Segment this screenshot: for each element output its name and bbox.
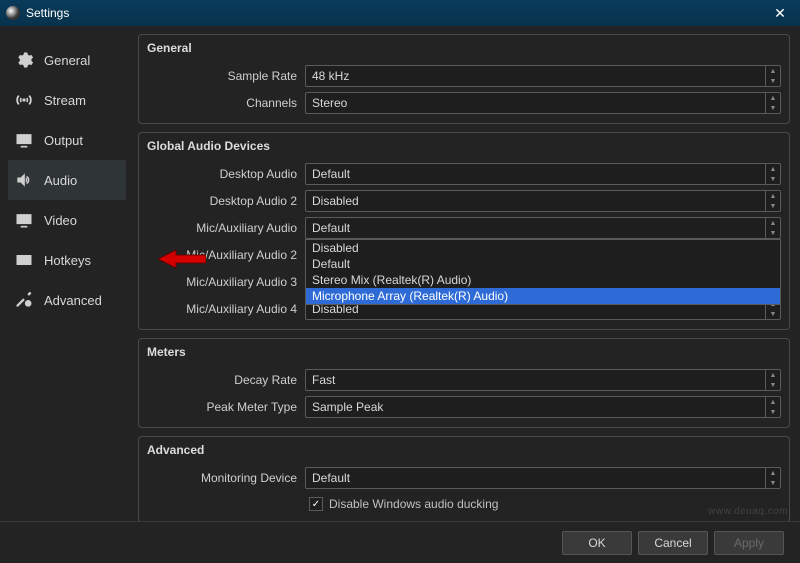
close-icon: ✕: [774, 5, 786, 22]
stream-icon: [14, 90, 34, 110]
sidebar-label: Video: [44, 213, 77, 228]
sidebar-item-hotkeys[interactable]: Hotkeys: [8, 240, 126, 280]
content-area: General Sample Rate 48 kHz▲▼ Channels St…: [134, 26, 800, 521]
gear-icon: [14, 50, 34, 70]
section-general: General Sample Rate 48 kHz▲▼ Channels St…: [138, 34, 790, 124]
monitoring-device-select[interactable]: Default▲▼: [305, 467, 781, 489]
sidebar-item-output[interactable]: Output: [8, 120, 126, 160]
check-icon: ✓: [312, 499, 320, 510]
sample-rate-select[interactable]: 48 kHz▲▼: [305, 65, 781, 87]
spinner-icon: ▲▼: [765, 468, 780, 488]
window-title: Settings: [26, 6, 69, 20]
dropdown-option-highlighted[interactable]: Microphone Array (Realtek(R) Audio): [306, 288, 780, 304]
video-icon: [14, 210, 34, 230]
section-advanced: Advanced Monitoring Device Default▲▼ ✓ D…: [138, 436, 790, 521]
section-title: General: [139, 35, 789, 63]
peak-meter-select[interactable]: Sample Peak▲▼: [305, 396, 781, 418]
mic-audio-select[interactable]: Default▲▼: [305, 217, 781, 239]
annotation-arrow-icon: [158, 248, 206, 273]
mic-audio-dropdown[interactable]: Disabled Default Stereo Mix (Realtek(R) …: [305, 239, 781, 305]
titlebar: Settings ✕: [0, 0, 800, 26]
mic-audio-label: Mic/Auxiliary Audio: [139, 221, 305, 235]
apply-button[interactable]: Apply: [714, 531, 784, 555]
peak-meter-label: Peak Meter Type: [139, 400, 305, 414]
channels-label: Channels: [139, 96, 305, 110]
ducking-checkbox[interactable]: ✓: [309, 497, 323, 511]
desktop-audio-label: Desktop Audio: [139, 167, 305, 181]
sidebar-item-advanced[interactable]: Advanced: [8, 280, 126, 320]
channels-select[interactable]: Stereo▲▼: [305, 92, 781, 114]
dropdown-option[interactable]: Disabled: [306, 240, 780, 256]
sidebar-label: Hotkeys: [44, 253, 91, 268]
section-title: Advanced: [139, 437, 789, 465]
sidebar-item-stream[interactable]: Stream: [8, 80, 126, 120]
spinner-icon: ▲▼: [765, 93, 780, 113]
sidebar-item-video[interactable]: Video: [8, 200, 126, 240]
decay-rate-label: Decay Rate: [139, 373, 305, 387]
tools-icon: [14, 290, 34, 310]
desktop-audio-select[interactable]: Default▲▼: [305, 163, 781, 185]
section-global-audio: Global Audio Devices Desktop Audio Defau…: [138, 132, 790, 330]
watermark: www.deuaq.com: [708, 506, 788, 517]
sidebar-item-audio[interactable]: Audio: [8, 160, 126, 200]
section-meters: Meters Decay Rate Fast▲▼ Peak Meter Type…: [138, 338, 790, 428]
monitoring-device-label: Monitoring Device: [139, 471, 305, 485]
decay-rate-select[interactable]: Fast▲▼: [305, 369, 781, 391]
sidebar-label: Advanced: [44, 293, 102, 308]
ok-button[interactable]: OK: [562, 531, 632, 555]
footer: OK Cancel Apply: [0, 521, 800, 563]
close-button[interactable]: ✕: [760, 0, 800, 26]
spinner-icon: ▲▼: [765, 370, 780, 390]
desktop-audio-2-label: Desktop Audio 2: [139, 194, 305, 208]
app-icon: [6, 6, 20, 20]
sidebar-label: General: [44, 53, 90, 68]
ducking-label: Disable Windows audio ducking: [329, 497, 498, 511]
mic-audio-4-label: Mic/Auxiliary Audio 4: [139, 302, 305, 316]
desktop-audio-2-select[interactable]: Disabled▲▼: [305, 190, 781, 212]
section-title: Meters: [139, 339, 789, 367]
output-icon: [14, 130, 34, 150]
keyboard-icon: [14, 250, 34, 270]
spinner-icon: ▲▼: [765, 164, 780, 184]
sidebar-label: Stream: [44, 93, 86, 108]
cancel-button[interactable]: Cancel: [638, 531, 708, 555]
sidebar-item-general[interactable]: General: [8, 40, 126, 80]
dropdown-option[interactable]: Stereo Mix (Realtek(R) Audio): [306, 272, 780, 288]
spinner-icon: ▲▼: [765, 66, 780, 86]
spinner-icon: ▲▼: [765, 397, 780, 417]
audio-icon: [14, 170, 34, 190]
sidebar-label: Output: [44, 133, 83, 148]
spinner-icon: ▲▼: [765, 191, 780, 211]
sidebar: General Stream Output Audio Video Hotkey…: [0, 26, 134, 521]
sample-rate-label: Sample Rate: [139, 69, 305, 83]
spinner-icon: ▲▼: [765, 218, 780, 238]
mic-audio-3-label: Mic/Auxiliary Audio 3: [139, 275, 305, 289]
section-title: Global Audio Devices: [139, 133, 789, 161]
dropdown-option[interactable]: Default: [306, 256, 780, 272]
sidebar-label: Audio: [44, 173, 77, 188]
